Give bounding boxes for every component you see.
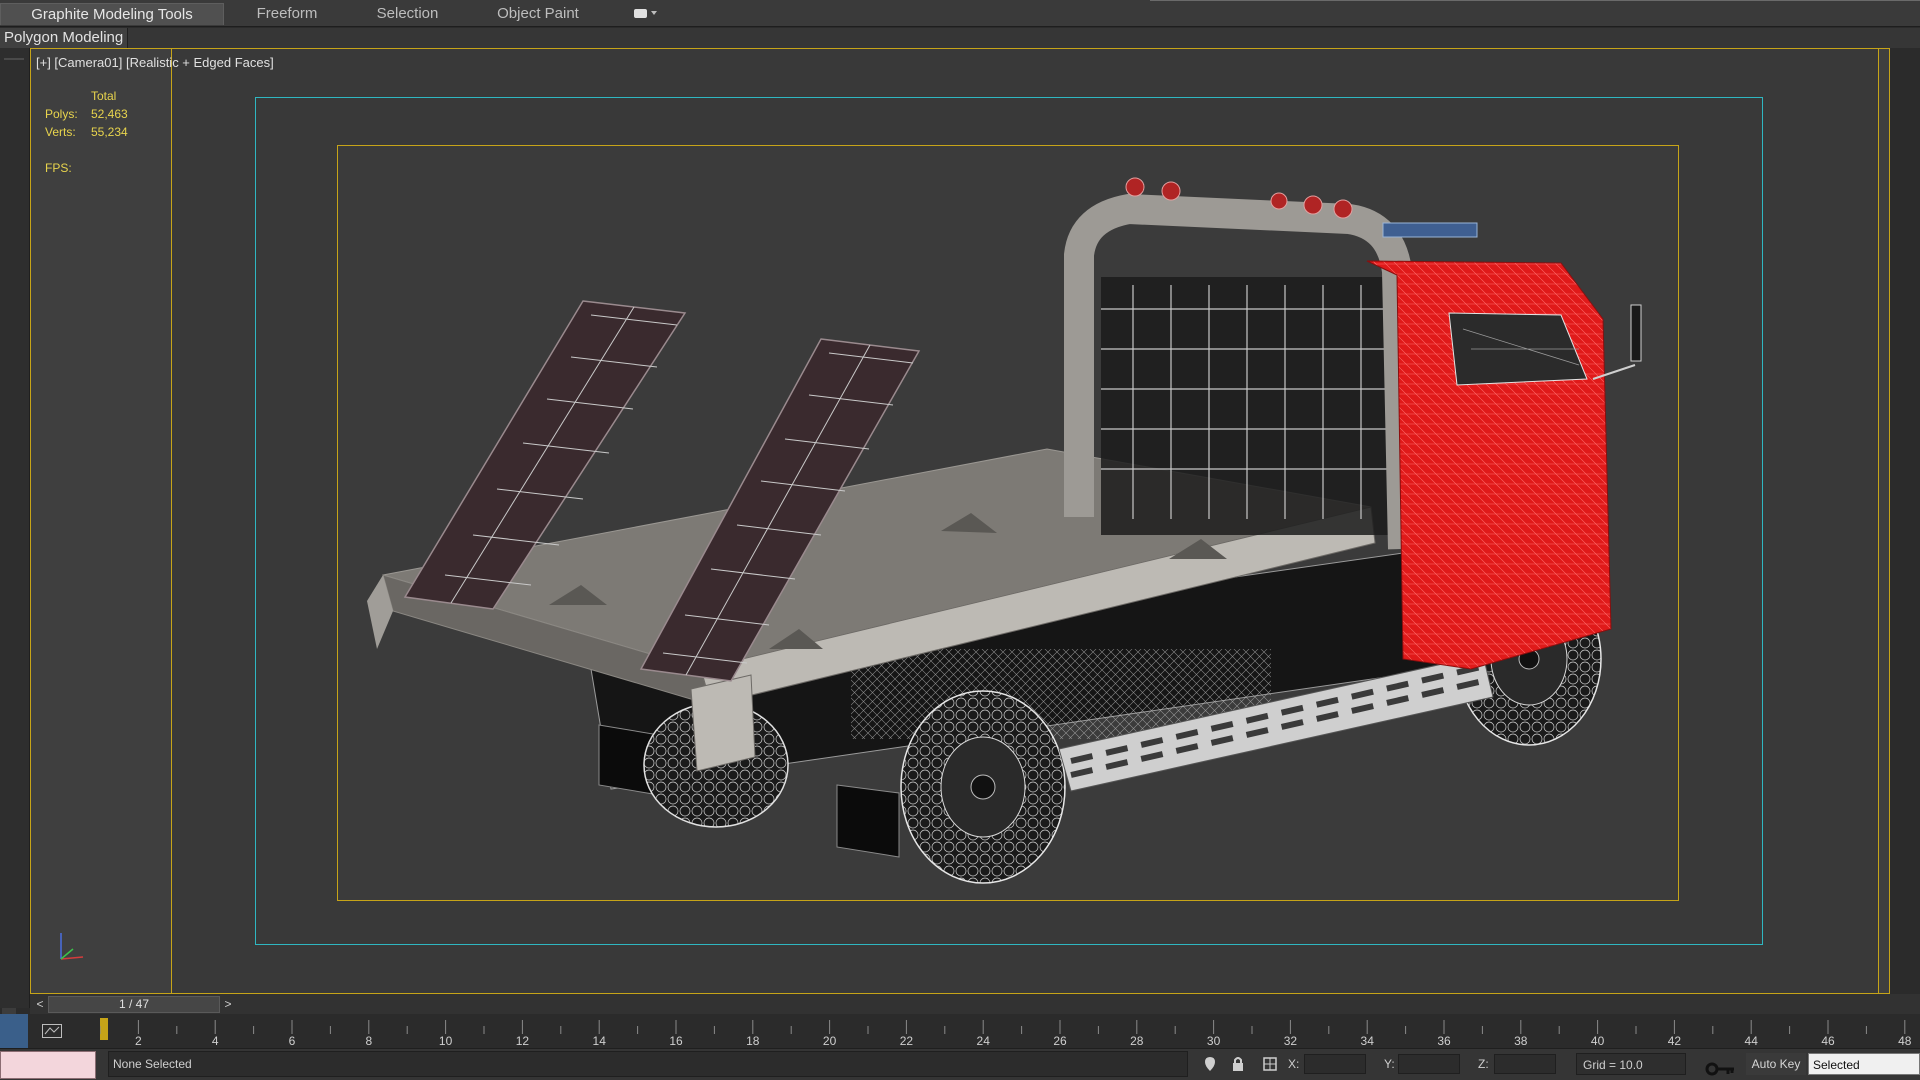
ruler-label: 34 — [1361, 1034, 1375, 1048]
frame-ruler[interactable]: 2 4 6 8 10 12 14 16 18 20 22 24 26 28 30 32 34 36 38 40 42 44… — [100, 1014, 1920, 1048]
z-label: Z: — [1478, 1057, 1489, 1071]
previous-frame-button[interactable]: < — [32, 996, 48, 1012]
isolate-selection-icon[interactable] — [1202, 1055, 1218, 1073]
y-label: Y: — [1384, 1057, 1395, 1071]
ruler-label: 38 — [1514, 1034, 1528, 1048]
app-window: Graphite Modeling Tools Freeform Selecti… — [0, 0, 1920, 1080]
ruler-label: 16 — [669, 1034, 683, 1048]
maxscript-listener[interactable] — [0, 1051, 96, 1079]
panel-polygon-modeling[interactable]: Polygon Modeling — [0, 28, 129, 48]
z-coordinate-field[interactable] — [1494, 1054, 1556, 1074]
status-bar: None Selected X: Y: Z: Grid = 10.0 Auto … — [0, 1048, 1920, 1080]
tab-graphite-modeling-tools[interactable]: Graphite Modeling Tools — [0, 3, 224, 25]
axis-tripod-icon — [60, 933, 84, 960]
key-filter-dropdown[interactable]: Selected — [1808, 1053, 1920, 1075]
ruler-label: 32 — [1284, 1034, 1298, 1048]
strip-grip[interactable] — [4, 58, 24, 60]
ruler-label: 40 — [1591, 1034, 1605, 1048]
ruler-label: 46 — [1821, 1034, 1835, 1048]
ruler-label: 18 — [746, 1034, 760, 1048]
ruler-label: 44 — [1745, 1034, 1759, 1048]
display-options-icon[interactable] — [630, 5, 658, 23]
ribbon-panel-strip: Polygon Modeling — [0, 28, 1920, 48]
flatbed-truck-model[interactable] — [31, 49, 1889, 993]
ruler-label: 48 — [1898, 1034, 1912, 1048]
left-command-strip — [0, 48, 30, 1030]
x-coordinate-field[interactable] — [1304, 1054, 1366, 1074]
ruler-label: 28 — [1130, 1034, 1144, 1048]
track-view-toggle[interactable] — [0, 1014, 28, 1048]
ruler-label: 4 — [212, 1034, 219, 1048]
ribbon-tab-bar: Graphite Modeling Tools Freeform Selecti… — [0, 0, 1920, 27]
ruler-label: 10 — [439, 1034, 453, 1048]
next-frame-button[interactable]: > — [220, 996, 236, 1012]
curve-editor-icon[interactable] — [42, 1024, 62, 1038]
ruler-label: 14 — [593, 1034, 607, 1048]
ruler-label: 12 — [516, 1034, 530, 1048]
selection-lock-icon[interactable] — [1230, 1055, 1246, 1073]
tab-freeform[interactable]: Freeform — [232, 3, 342, 25]
ribbon-divider — [1150, 0, 1920, 1]
tab-object-paint[interactable]: Object Paint — [478, 3, 598, 25]
camera-viewport[interactable]: [+] [Camera01] [Realistic + Edged Faces]… — [30, 48, 1890, 994]
ruler-label: 24 — [977, 1034, 991, 1048]
tab-selection[interactable]: Selection — [350, 3, 465, 25]
time-slider-thumb[interactable]: 1 / 47 — [48, 996, 220, 1013]
ruler-label: 26 — [1053, 1034, 1067, 1048]
selection-status: None Selected — [108, 1051, 1188, 1077]
current-frame-marker[interactable] — [100, 1018, 108, 1040]
absolute-mode-icon[interactable] — [1262, 1055, 1278, 1073]
ruler-label: 20 — [823, 1034, 837, 1048]
auto-key-button[interactable]: Auto Key — [1746, 1053, 1806, 1075]
ruler-label: 6 — [289, 1034, 296, 1048]
x-label: X: — [1288, 1057, 1300, 1071]
ruler-label: 2 — [135, 1034, 142, 1048]
ruler-label: 42 — [1668, 1034, 1682, 1048]
ruler-label: 22 — [900, 1034, 914, 1048]
set-key-icon[interactable] — [1704, 1059, 1738, 1077]
ruler-label: 8 — [365, 1034, 372, 1048]
track-bar[interactable]: 2 4 6 8 10 12 14 16 18 20 22 24 26 28 30 32 34 36 38 40 42 44… — [0, 1014, 1920, 1048]
ruler-label: 36 — [1437, 1034, 1451, 1048]
grid-size-readout: Grid = 10.0 — [1576, 1053, 1686, 1075]
y-coordinate-field[interactable] — [1398, 1054, 1460, 1074]
ruler-label: 30 — [1207, 1034, 1221, 1048]
time-slider[interactable]: < 1 / 47 > — [30, 994, 1920, 1014]
